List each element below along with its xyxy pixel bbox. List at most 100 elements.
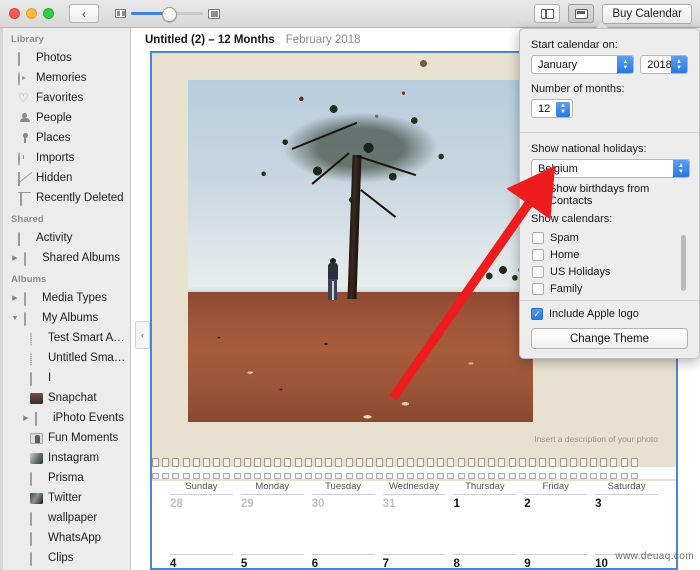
chevron-updown-icon[interactable]: ▲ ▼: [617, 56, 634, 73]
chevron-right-icon[interactable]: ▶: [22, 414, 30, 422]
calendar-checkbox[interactable]: [532, 231, 544, 244]
large-thumbnails-icon[interactable]: [208, 8, 220, 19]
sidebar-item-fun-moments[interactable]: Fun Moments: [0, 428, 130, 448]
sidebar-item-test-smart-album[interactable]: Test Smart A…: [0, 328, 130, 348]
minimize-window-icon[interactable]: [26, 8, 37, 19]
chevron-updown-icon[interactable]: ▲ ▼: [671, 56, 687, 73]
calendar-day-cell[interactable]: 4: [166, 555, 237, 570]
zoom-window-icon[interactable]: [43, 8, 54, 19]
calendar-day-cell[interactable]: 7: [379, 555, 450, 570]
sidebar-item-people[interactable]: People: [0, 108, 130, 128]
calendar-day-number: 2: [524, 498, 531, 510]
calendar-photo[interactable]: [188, 80, 533, 422]
sidebar-item-instagram[interactable]: Instagram: [0, 448, 130, 468]
chevron-updown-icon[interactable]: ▲ ▼: [556, 101, 570, 117]
sidebar-item-recently-deleted[interactable]: Recently Deleted: [0, 188, 130, 208]
calendar-checkbox-row[interactable]: Home: [532, 246, 688, 263]
calendar-day-cell[interactable]: 28: [166, 495, 237, 555]
calendar-day-cell[interactable]: 5: [237, 555, 308, 570]
start-year-stepper[interactable]: 2018 ▲ ▼: [640, 55, 688, 74]
back-button[interactable]: ‹: [69, 4, 99, 23]
chevron-right-icon[interactable]: ▶: [11, 294, 19, 302]
photo-caption[interactable]: Insert a description of your photo: [534, 434, 658, 444]
sidebar-item-photos[interactable]: Photos: [0, 48, 130, 68]
calendar-day-body[interactable]: [308, 510, 379, 554]
sidebar-item-favorites[interactable]: ♡ Favorites: [0, 88, 130, 108]
sidebar-item-wallpaper[interactable]: wallpaper: [0, 508, 130, 528]
calendar-settings-popover[interactable]: Start calendar on: January ▲ ▼ 2018 ▲ ▼ Nu…: [519, 28, 700, 359]
calendar-day-cell[interactable]: 3: [591, 495, 662, 555]
calendars-list-scrollbar[interactable]: [681, 235, 686, 291]
calendar-day-cell[interactable]: 8: [449, 555, 520, 570]
sidebar-item-twitter[interactable]: Twitter: [0, 488, 130, 508]
sidebar-item-memories[interactable]: Memories: [0, 68, 130, 88]
spiral-ring: [396, 473, 404, 479]
calendar-day-body[interactable]: [449, 510, 520, 554]
calendar-day-body[interactable]: [520, 510, 591, 554]
calendar-checkbox-row[interactable]: US Holidays: [532, 263, 688, 280]
close-window-icon[interactable]: [9, 8, 20, 19]
sidebar-item-iphoto-events[interactable]: ▶ iPhoto Events: [0, 408, 130, 428]
library-sidebar[interactable]: Library Photos Memories ♡ Favorites Peop…: [0, 28, 131, 570]
split-view-button[interactable]: [534, 4, 561, 23]
sidebar-item-i[interactable]: I: [0, 368, 130, 388]
collapse-sidebar-handle[interactable]: ‹: [135, 321, 150, 349]
calendar-week-row: 28 29 30 31 1 2 3: [166, 495, 662, 555]
calendar-day-number: 4: [170, 558, 177, 570]
calendar-checkbox-row[interactable]: Spam: [532, 229, 688, 246]
calendar-checkbox-row[interactable]: Family: [532, 280, 688, 297]
chevron-down-icon[interactable]: ▼: [11, 315, 19, 322]
calendar-day-cell[interactable]: 30: [308, 495, 379, 555]
sidebar-item-clips[interactable]: Clips: [0, 548, 130, 568]
buy-calendar-button[interactable]: Buy Calendar: [602, 3, 692, 24]
chevron-right-icon[interactable]: ▶: [11, 254, 19, 262]
calendar-day-cell[interactable]: 29: [237, 495, 308, 555]
calendar-checkbox[interactable]: [532, 282, 544, 295]
calendar-day-body[interactable]: [379, 510, 450, 554]
small-thumbnails-icon[interactable]: [115, 9, 126, 18]
calendar-day-cell[interactable]: 9: [520, 555, 591, 570]
sidebar-item-untitled-smart-album[interactable]: Untitled Sma…: [0, 348, 130, 368]
cloud-icon: [18, 231, 31, 246]
calendar-day-body[interactable]: [166, 510, 237, 554]
sidebar-item-prisma[interactable]: Prisma: [0, 468, 130, 488]
number-of-months-stepper[interactable]: 12 ▲ ▼: [531, 99, 573, 118]
calendar-day-body[interactable]: [237, 510, 308, 554]
calendar-checkbox[interactable]: [532, 248, 544, 261]
project-settings-button[interactable]: [568, 4, 595, 23]
show-birthdays-row[interactable]: ✓ Show birthdays from Contacts: [531, 183, 688, 207]
calendar-day-cell[interactable]: 6: [308, 555, 379, 570]
slider-knob[interactable]: [162, 7, 177, 22]
national-holidays-select[interactable]: Belgium ▲ ▼: [531, 159, 690, 178]
sidebar-item-activity[interactable]: Activity: [0, 228, 130, 248]
sidebar-item-imports[interactable]: Imports: [0, 148, 130, 168]
calendar-day-cell[interactable]: 31: [379, 495, 450, 555]
sidebar-item-places[interactable]: Places: [0, 128, 130, 148]
sidebar-item-my-albums[interactable]: ▼ My Albums: [0, 308, 130, 328]
calendar-month-grid[interactable]: Sunday Monday Tuesday Wednesday Thursday Frid…: [152, 481, 676, 570]
thumbnail-size-slider[interactable]: [115, 7, 220, 22]
include-apple-logo-checkbox[interactable]: ✓: [531, 308, 543, 320]
calendar-checkbox[interactable]: [532, 265, 544, 278]
sidebar-item-whatsapp[interactable]: WhatsApp: [0, 528, 130, 548]
show-birthdays-checkbox[interactable]: ✓: [531, 189, 543, 201]
change-theme-button[interactable]: Change Theme: [531, 328, 688, 349]
start-month-value: January: [538, 58, 578, 71]
sidebar-item-snapchat[interactable]: Snapchat: [0, 388, 130, 408]
sidebar-item-media-types[interactable]: ▶ Media Types: [0, 288, 130, 308]
slider-track[interactable]: [131, 7, 203, 22]
include-apple-logo-row[interactable]: ✓ Include Apple logo: [531, 308, 688, 320]
spiral-ring: [437, 473, 445, 479]
sidebar-item-label: Recently Deleted: [36, 192, 124, 204]
calendar-day-body[interactable]: [591, 510, 662, 554]
sidebar-item-hidden[interactable]: Hidden: [0, 168, 130, 188]
spiral-ring: [518, 458, 526, 467]
calendar-day-column: Friday: [520, 481, 591, 495]
spiral-ring: [202, 473, 210, 479]
chevron-updown-icon[interactable]: ▲ ▼: [673, 160, 689, 177]
calendar-day-cell[interactable]: 1: [449, 495, 520, 555]
start-month-select[interactable]: January ▲ ▼: [531, 55, 635, 74]
sidebar-item-shared-albums[interactable]: ▶ Shared Albums: [0, 248, 130, 268]
spiral-ring: [284, 473, 292, 479]
calendar-day-cell[interactable]: 2: [520, 495, 591, 555]
